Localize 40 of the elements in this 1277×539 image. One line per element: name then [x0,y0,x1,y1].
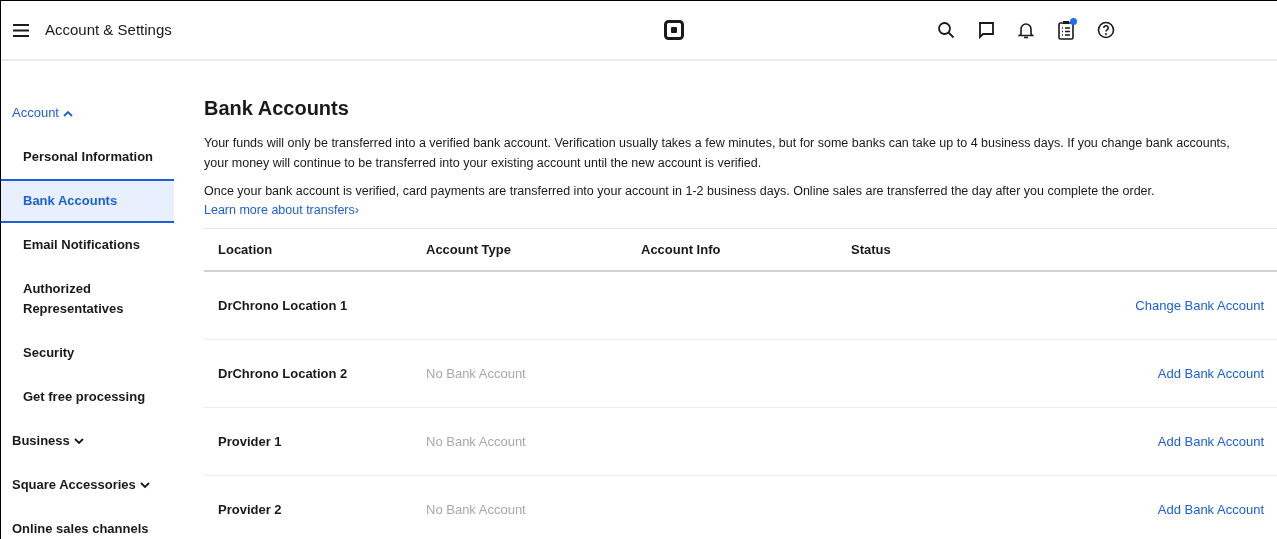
search-icon[interactable] [937,21,955,39]
column-header: Account Info [641,240,722,259]
sidebar-item[interactable]: Bank Accounts [1,179,174,223]
menu-icon[interactable] [13,23,29,37]
help-icon[interactable] [1097,21,1115,39]
sidebar-item[interactable]: Security [1,331,174,375]
bank-account-link[interactable]: Change Bank Account [1135,295,1264,315]
sidebar-item[interactable]: Get free processing [1,375,174,419]
clipboard-icon[interactable] [1057,20,1075,40]
account-type-cell: No Bank Account [426,433,526,449]
column-header: Account Type [426,240,512,259]
location-cell-text: DrChrono Location 1 [218,296,349,315]
location-cell-text: DrChrono Location 2 [218,364,349,383]
chat-icon[interactable] [977,21,995,39]
description-text: Once your bank account is verified, card payments are transferred into your account in 1-2 business days. Online sales are transferred the day after you complete the order. [204,183,1156,200]
sidebar-group[interactable]: Square Accessories [1,463,174,507]
account-type-cell: No Bank Account [426,365,526,381]
bank-account-link[interactable]: Add Bank Account [1157,431,1264,451]
account-type-cell: No Bank Account [426,501,526,517]
chevron-down-icon [139,481,150,489]
chevron-up-icon [63,109,73,117]
sidebar-item[interactable]: Authorized Representatives [1,267,174,331]
sidebar-item[interactable]: Personal Information [1,135,174,179]
logo-icon[interactable] [664,20,685,40]
learn-more-link[interactable]: Learn more about transfers› [204,201,1277,220]
sidebar-group[interactable]: Business [1,419,174,463]
bell-icon[interactable] [1017,21,1035,39]
bank-account-link[interactable]: Add Bank Account [1157,363,1264,383]
bank-account-link[interactable]: Add Bank Account [1157,499,1264,519]
sidebar-group[interactable]: Account [1,91,174,135]
description-text: Your funds will only be transferred into a verified bank account. Verification usually takes a few minutes, but for some banks can take up to 4 business days. If you change bank accounts, your money will continue to be transferred into your existing account until the new account is verified. [204,135,1231,172]
chevron-down-icon [73,437,84,445]
column-header: Status [851,240,892,259]
column-header: Location [218,240,274,259]
sidebar-group[interactable]: Online sales channels [1,507,174,539]
header-title: Account & Settings [45,19,172,40]
page-title: Bank Accounts [204,96,350,121]
location-cell-text: Provider 1 [218,432,283,451]
sidebar-item[interactable]: Email Notifications [1,223,174,267]
location-cell-text: Provider 2 [218,500,283,519]
